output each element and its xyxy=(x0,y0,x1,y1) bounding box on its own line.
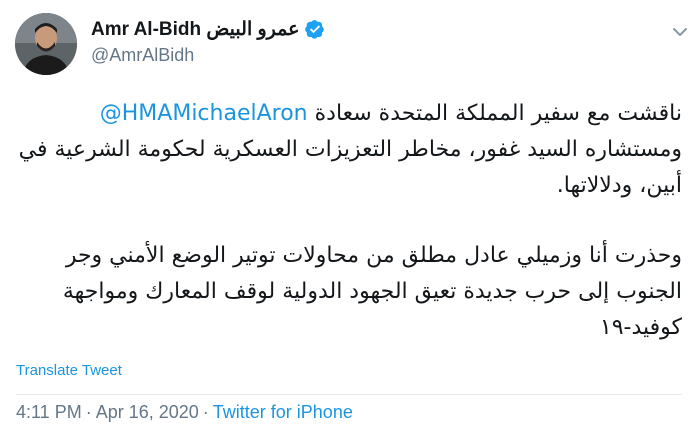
tweet-card: Amr Al-Bidh عمرو البيض @AmrAlBidh ناقشت … xyxy=(0,0,700,446)
tweet-text: ناقشت مع سفير المملكة المتحدة سعادة @HMA… xyxy=(16,96,682,346)
translate-tweet-link[interactable]: Translate Tweet xyxy=(16,362,122,379)
meta-separator: · xyxy=(85,402,92,422)
meta-separator: · xyxy=(202,402,209,422)
tweet-text-line1: ناقشت مع سفير المملكة المتحدة سعادة xyxy=(307,101,682,126)
tweet-time[interactable]: 4:11 PM xyxy=(16,402,82,422)
tweet-source-link[interactable]: Twitter for iPhone xyxy=(213,402,353,422)
divider xyxy=(16,394,682,395)
avatar-photo-icon xyxy=(15,13,77,75)
chevron-down-icon[interactable] xyxy=(670,22,690,42)
author-name-row: Amr Al-Bidh عمرو البيض xyxy=(91,17,325,41)
tweet-meta: 4:11 PM · Apr 16, 2020 · Twitter for iPhone xyxy=(16,402,353,423)
author-block: Amr Al-Bidh عمرو البيض @AmrAlBidh xyxy=(91,17,325,66)
author-handle[interactable]: @AmrAlBidh xyxy=(91,45,325,66)
tweet-paragraph-2: وحذرت أنا وزميلي عادل مطلق من محاولات تو… xyxy=(62,243,682,340)
avatar[interactable] xyxy=(15,13,77,75)
tweet-paragraph-1: ناقشت مع سفير المملكة المتحدة سعادة @HMA… xyxy=(16,96,682,204)
tweet-text-rest: ومستشاره السيد غفور، مخاطر التعزيزات الع… xyxy=(18,137,682,198)
verified-badge-icon xyxy=(305,19,325,39)
author-name[interactable]: Amr Al-Bidh عمرو البيض xyxy=(91,18,299,41)
mention-link[interactable]: @HMAMichaelAron xyxy=(100,101,308,126)
tweet-date[interactable]: Apr 16, 2020 xyxy=(96,402,199,422)
